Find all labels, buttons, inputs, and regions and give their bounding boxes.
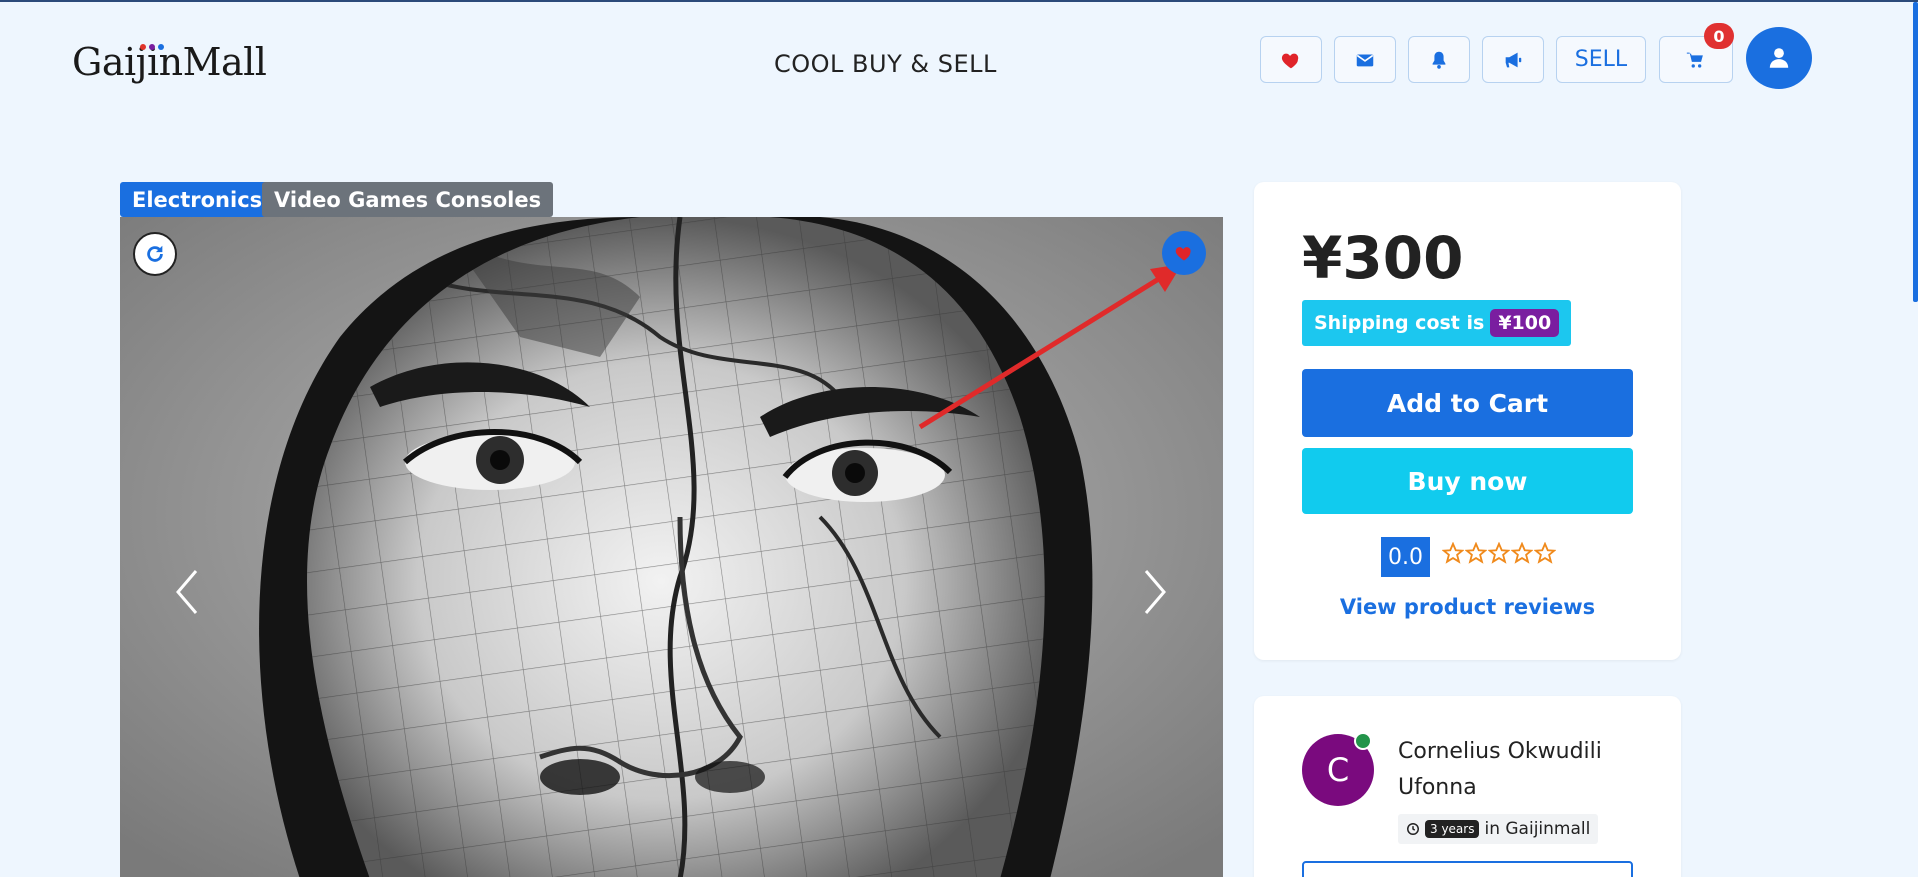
favorite-button[interactable] — [1162, 231, 1206, 275]
shipping-cost-value: ¥100 — [1490, 309, 1560, 337]
star-icon — [1442, 542, 1464, 564]
star-icon — [1511, 542, 1533, 564]
notifications-button[interactable] — [1408, 36, 1470, 83]
bell-icon — [1432, 51, 1446, 69]
cart-count-badge: 0 — [1704, 23, 1734, 49]
clock-icon — [1407, 823, 1419, 835]
refresh-button[interactable] — [133, 232, 177, 276]
refresh-icon — [147, 245, 163, 262]
star-icon — [1465, 542, 1487, 564]
subcategory-tag[interactable]: Video Games Consoles — [262, 182, 554, 217]
price-card: ¥300 Shipping cost is ¥100 Add to Cart B… — [1254, 182, 1681, 660]
rating-stars — [1442, 542, 1556, 564]
product-image — [120, 217, 1223, 877]
seller-action-button[interactable] — [1302, 861, 1633, 877]
heart-icon — [1281, 53, 1299, 68]
logo-dots — [140, 44, 164, 50]
cart-icon — [1686, 52, 1703, 68]
product-price: ¥300 — [1302, 224, 1464, 292]
seller-card: C Cornelius Okwudili Ufonna 3 years in G… — [1254, 696, 1681, 877]
sell-label: SELL — [1574, 47, 1628, 72]
wishlist-button[interactable] — [1260, 36, 1322, 83]
member-years: 3 years — [1425, 820, 1480, 838]
view-reviews-link[interactable]: View product reviews — [1254, 595, 1681, 619]
add-to-cart-button[interactable]: Add to Cart — [1302, 369, 1633, 437]
shipping-label: Shipping cost is — [1314, 312, 1485, 334]
announcements-button[interactable] — [1482, 36, 1544, 83]
shipping-cost-badge: Shipping cost is ¥100 — [1302, 300, 1572, 346]
chevron-right-icon[interactable] — [1140, 567, 1170, 617]
messages-button[interactable] — [1334, 36, 1396, 83]
star-icon — [1488, 542, 1510, 564]
user-menu-button[interactable] — [1746, 27, 1812, 89]
product-image-carousel[interactable] — [120, 217, 1223, 877]
chevron-left-icon[interactable] — [172, 567, 202, 617]
user-icon — [1769, 48, 1789, 68]
member-suffix: in Gaijinmall — [1484, 819, 1591, 839]
buy-now-button[interactable]: Buy now — [1302, 448, 1633, 514]
tagline: COOL BUY & SELL — [774, 50, 997, 78]
heart-icon — [1175, 247, 1191, 261]
online-status-dot — [1354, 732, 1372, 750]
category-tag[interactable]: Electronics — [120, 182, 275, 217]
member-since-badge: 3 years in Gaijinmall — [1398, 814, 1599, 844]
logo[interactable]: GaijinMall — [72, 40, 267, 84]
scrollbar-thumb[interactable] — [1913, 2, 1918, 302]
megaphone-icon — [1505, 52, 1522, 67]
mail-icon — [1356, 54, 1374, 66]
sell-button[interactable]: SELL — [1556, 36, 1646, 83]
seller-name[interactable]: Cornelius Okwudili Ufonna — [1398, 734, 1638, 806]
rating-value: 0.0 — [1381, 537, 1430, 577]
cart-button[interactable]: 0 — [1659, 23, 1734, 83]
star-icon — [1534, 542, 1556, 564]
